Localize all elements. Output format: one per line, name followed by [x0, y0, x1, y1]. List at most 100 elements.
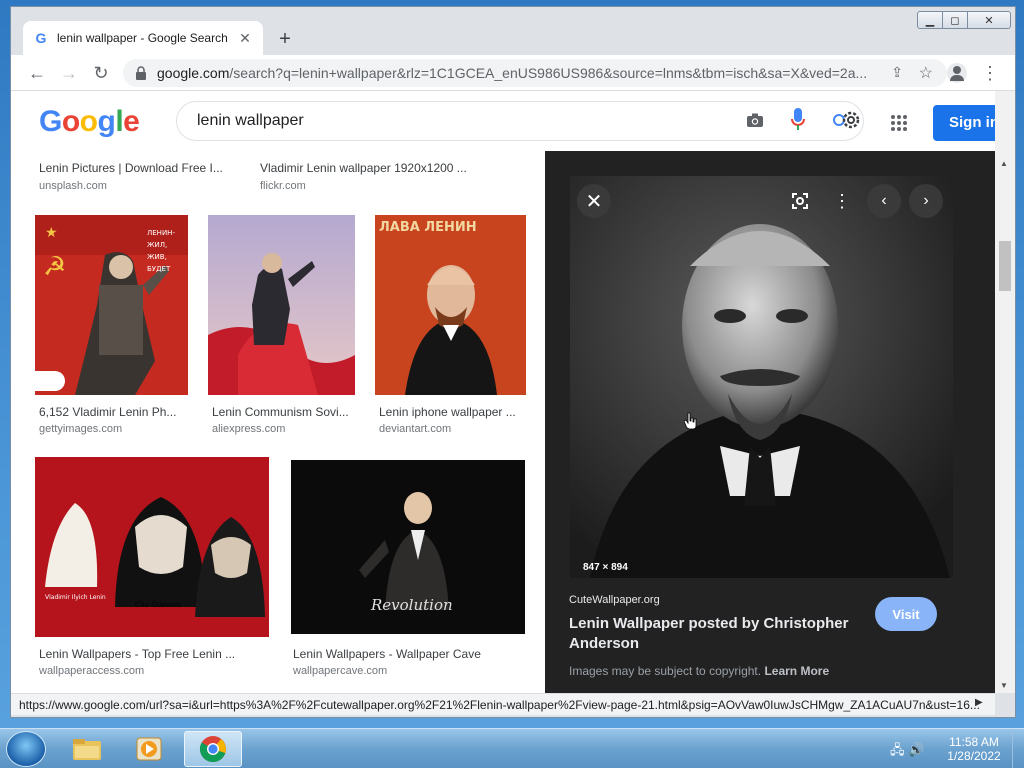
settings-gear-icon[interactable]	[829, 107, 863, 133]
result-item[interactable]: Revolution Lenin Wallpapers - Wallpaper …	[291, 457, 526, 679]
result-source: unsplash.com	[39, 180, 107, 192]
lenin-portrait-image	[570, 176, 953, 578]
bookmark-star-icon[interactable]: ☆	[919, 63, 933, 83]
preview-image[interactable]	[570, 176, 953, 578]
lock-icon	[136, 66, 146, 80]
network-icon[interactable]: 🖧	[890, 742, 905, 757]
svg-text:ЖИВ,: ЖИВ,	[147, 253, 167, 261]
result-source: deviantart.com	[379, 423, 452, 435]
result-item[interactable]: Vladimir Lenin wallpaper 1920x1200 ... f…	[260, 159, 500, 195]
result-item[interactable]: Lenin Communism Sovi... aliexpress.com	[208, 215, 356, 437]
new-tab-button[interactable]: +	[273, 27, 297, 51]
tab-close-icon[interactable]: ✕	[237, 30, 253, 47]
reload-icon[interactable]: ↻	[89, 61, 113, 85]
svg-text:Revolution: Revolution	[370, 596, 453, 614]
folder-icon	[73, 739, 101, 760]
image-preview-panel: ✕ ⋮ ‹ › 847 × 894 CuteWallpaper.org Leni…	[545, 151, 995, 693]
result-title[interactable]: Lenin Wallpapers - Top Free Lenin ...	[39, 647, 235, 661]
result-thumbnail[interactable]: Vladimir Ilyich Lenin Che Guevara	[35, 457, 269, 637]
taskbar-clock[interactable]: 11:58 AM 1/28/2022	[944, 735, 1004, 763]
chrome-window: ▁ ◻ ✕ G lenin wallpaper - Google Search …	[10, 6, 1016, 718]
google-logo[interactable]: Google	[39, 105, 140, 139]
close-preview-icon[interactable]: ✕	[577, 184, 611, 218]
result-item[interactable]: Vladimir Ilyich Lenin Che Guevara Lenin …	[35, 457, 270, 679]
copyright-notice: Images may be subject to copyright. Lear…	[569, 664, 829, 678]
tab-title: lenin wallpaper - Google Search	[57, 31, 228, 45]
result-source: gettyimages.com	[39, 423, 123, 435]
volume-icon[interactable]: 🔊	[908, 742, 924, 757]
result-source: wallpaperaccess.com	[39, 665, 145, 677]
url-host: google.com	[157, 65, 230, 81]
url-text: google.com/search?q=lenin+wallpaper&rlz=…	[157, 65, 867, 81]
result-title[interactable]: Lenin Pictures | Download Free I...	[39, 161, 223, 175]
camera-icon[interactable]	[746, 110, 764, 130]
result-source: flickr.com	[260, 180, 306, 192]
minimize-button[interactable]: ▁	[917, 11, 943, 29]
result-thumbnail[interactable]	[208, 215, 355, 395]
result-thumbnail[interactable]: Revolution	[291, 460, 525, 634]
show-desktop-button[interactable]	[1012, 729, 1024, 768]
result-title[interactable]: Lenin iphone wallpaper ...	[379, 405, 516, 419]
share-icon[interactable]: ⇪	[891, 64, 903, 81]
result-title[interactable]: Lenin Wallpapers - Wallpaper Cave	[293, 647, 481, 661]
svg-text:ЖИЛ,: ЖИЛ,	[147, 241, 167, 249]
forward-arrow-icon[interactable]: →	[57, 61, 81, 85]
svg-text:Che Guevara: Che Guevara	[135, 601, 181, 609]
result-title[interactable]: Vladimir Lenin wallpaper 1920x1200 ...	[260, 161, 467, 175]
result-source: aliexpress.com	[212, 423, 286, 435]
search-results-page: Google lenin wallpaper Sign in Lenin Pic…	[11, 91, 995, 693]
microphone-icon[interactable]	[790, 107, 806, 133]
scroll-down-arrow-icon[interactable]: ▼	[1000, 681, 1008, 690]
chrome-menu-icon[interactable]: ⋮	[981, 61, 999, 85]
result-title[interactable]: Lenin Communism Sovi...	[212, 405, 349, 419]
lenin-iphone-image: ЛАВА ЛЕНИН	[375, 215, 526, 395]
result-title[interactable]: 6,152 Vladimir Lenin Ph...	[39, 405, 176, 419]
clock-date: 1/28/2022	[947, 749, 1001, 763]
back-arrow-icon[interactable]: ←	[25, 61, 49, 85]
browser-tab[interactable]: G lenin wallpaper - Google Search ✕	[23, 21, 263, 55]
learn-more-link[interactable]: Learn More	[764, 664, 829, 678]
image-badge-icon	[35, 371, 65, 391]
svg-text:ЛАВА ЛЕНИН: ЛАВА ЛЕНИН	[379, 220, 477, 235]
svg-text:★: ★	[45, 225, 58, 241]
image-dimensions: 847 × 894	[583, 562, 628, 573]
lenin-communism-image	[208, 215, 355, 395]
taskbar-media-player-button[interactable]	[120, 731, 178, 767]
next-image-icon[interactable]: ›	[909, 184, 943, 218]
google-lens-icon[interactable]	[783, 184, 817, 218]
result-source: wallpapercave.com	[293, 665, 388, 677]
search-query-text: lenin wallpaper	[197, 112, 304, 129]
status-scroll-arrow-icon: ▶	[975, 697, 983, 708]
hand-cursor-icon	[683, 412, 698, 430]
visit-button[interactable]: Visit	[875, 597, 937, 631]
close-window-button[interactable]: ✕	[967, 11, 1011, 29]
taskbar-chrome-button[interactable]	[184, 731, 242, 767]
sign-in-button[interactable]: Sign in	[933, 105, 995, 141]
result-item[interactable]: ЛАВА ЛЕНИН Lenin iphone wallpaper ... de…	[375, 215, 527, 437]
svg-text:БУДЕТ: БУДЕТ	[147, 265, 171, 273]
start-button[interactable]	[6, 731, 46, 767]
address-bar[interactable]: google.com/search?q=lenin+wallpaper&rlz=…	[123, 59, 947, 87]
more-options-icon[interactable]: ⋮	[825, 184, 859, 218]
system-tray[interactable]: 🖧 🔊	[890, 741, 930, 757]
preview-source[interactable]: CuteWallpaper.org	[569, 594, 660, 606]
preview-title[interactable]: Lenin Wallpaper posted by Christopher An…	[569, 614, 849, 654]
browser-toolbar: ← → ↻ google.com/search?q=lenin+wallpape…	[11, 55, 1015, 91]
maximize-button[interactable]: ◻	[942, 11, 968, 29]
result-item[interactable]: ☭ ★ ЛЕНИН- ЖИЛ, ЖИВ, БУДЕТ 6,152 Vladimi…	[35, 215, 188, 437]
svg-text:☭: ☭	[43, 252, 66, 282]
media-player-icon	[136, 737, 162, 761]
result-thumbnail[interactable]: ☭ ★ ЛЕНИН- ЖИЛ, ЖИВ, БУДЕТ	[35, 215, 188, 395]
status-bar-url: https://www.google.com/url?sa=i&url=http…	[11, 693, 995, 715]
result-thumbnail[interactable]: ЛАВА ЛЕНИН	[375, 215, 526, 395]
profile-icon[interactable]	[947, 63, 967, 83]
google-header: Google lenin wallpaper Sign in	[11, 91, 995, 151]
url-path: /search?q=lenin+wallpaper&rlz=1C1GCEA_en…	[229, 65, 867, 81]
google-apps-icon[interactable]	[891, 115, 907, 131]
scroll-up-arrow-icon[interactable]: ▲	[1000, 159, 1008, 168]
page-scrollbar[interactable]: ▲ ▼	[995, 91, 1015, 693]
scroll-thumb[interactable]	[999, 241, 1011, 291]
previous-image-icon[interactable]: ‹	[867, 184, 901, 218]
result-item[interactable]: Lenin Pictures | Download Free I... unsp…	[39, 159, 239, 195]
taskbar-explorer-button[interactable]	[58, 731, 116, 767]
